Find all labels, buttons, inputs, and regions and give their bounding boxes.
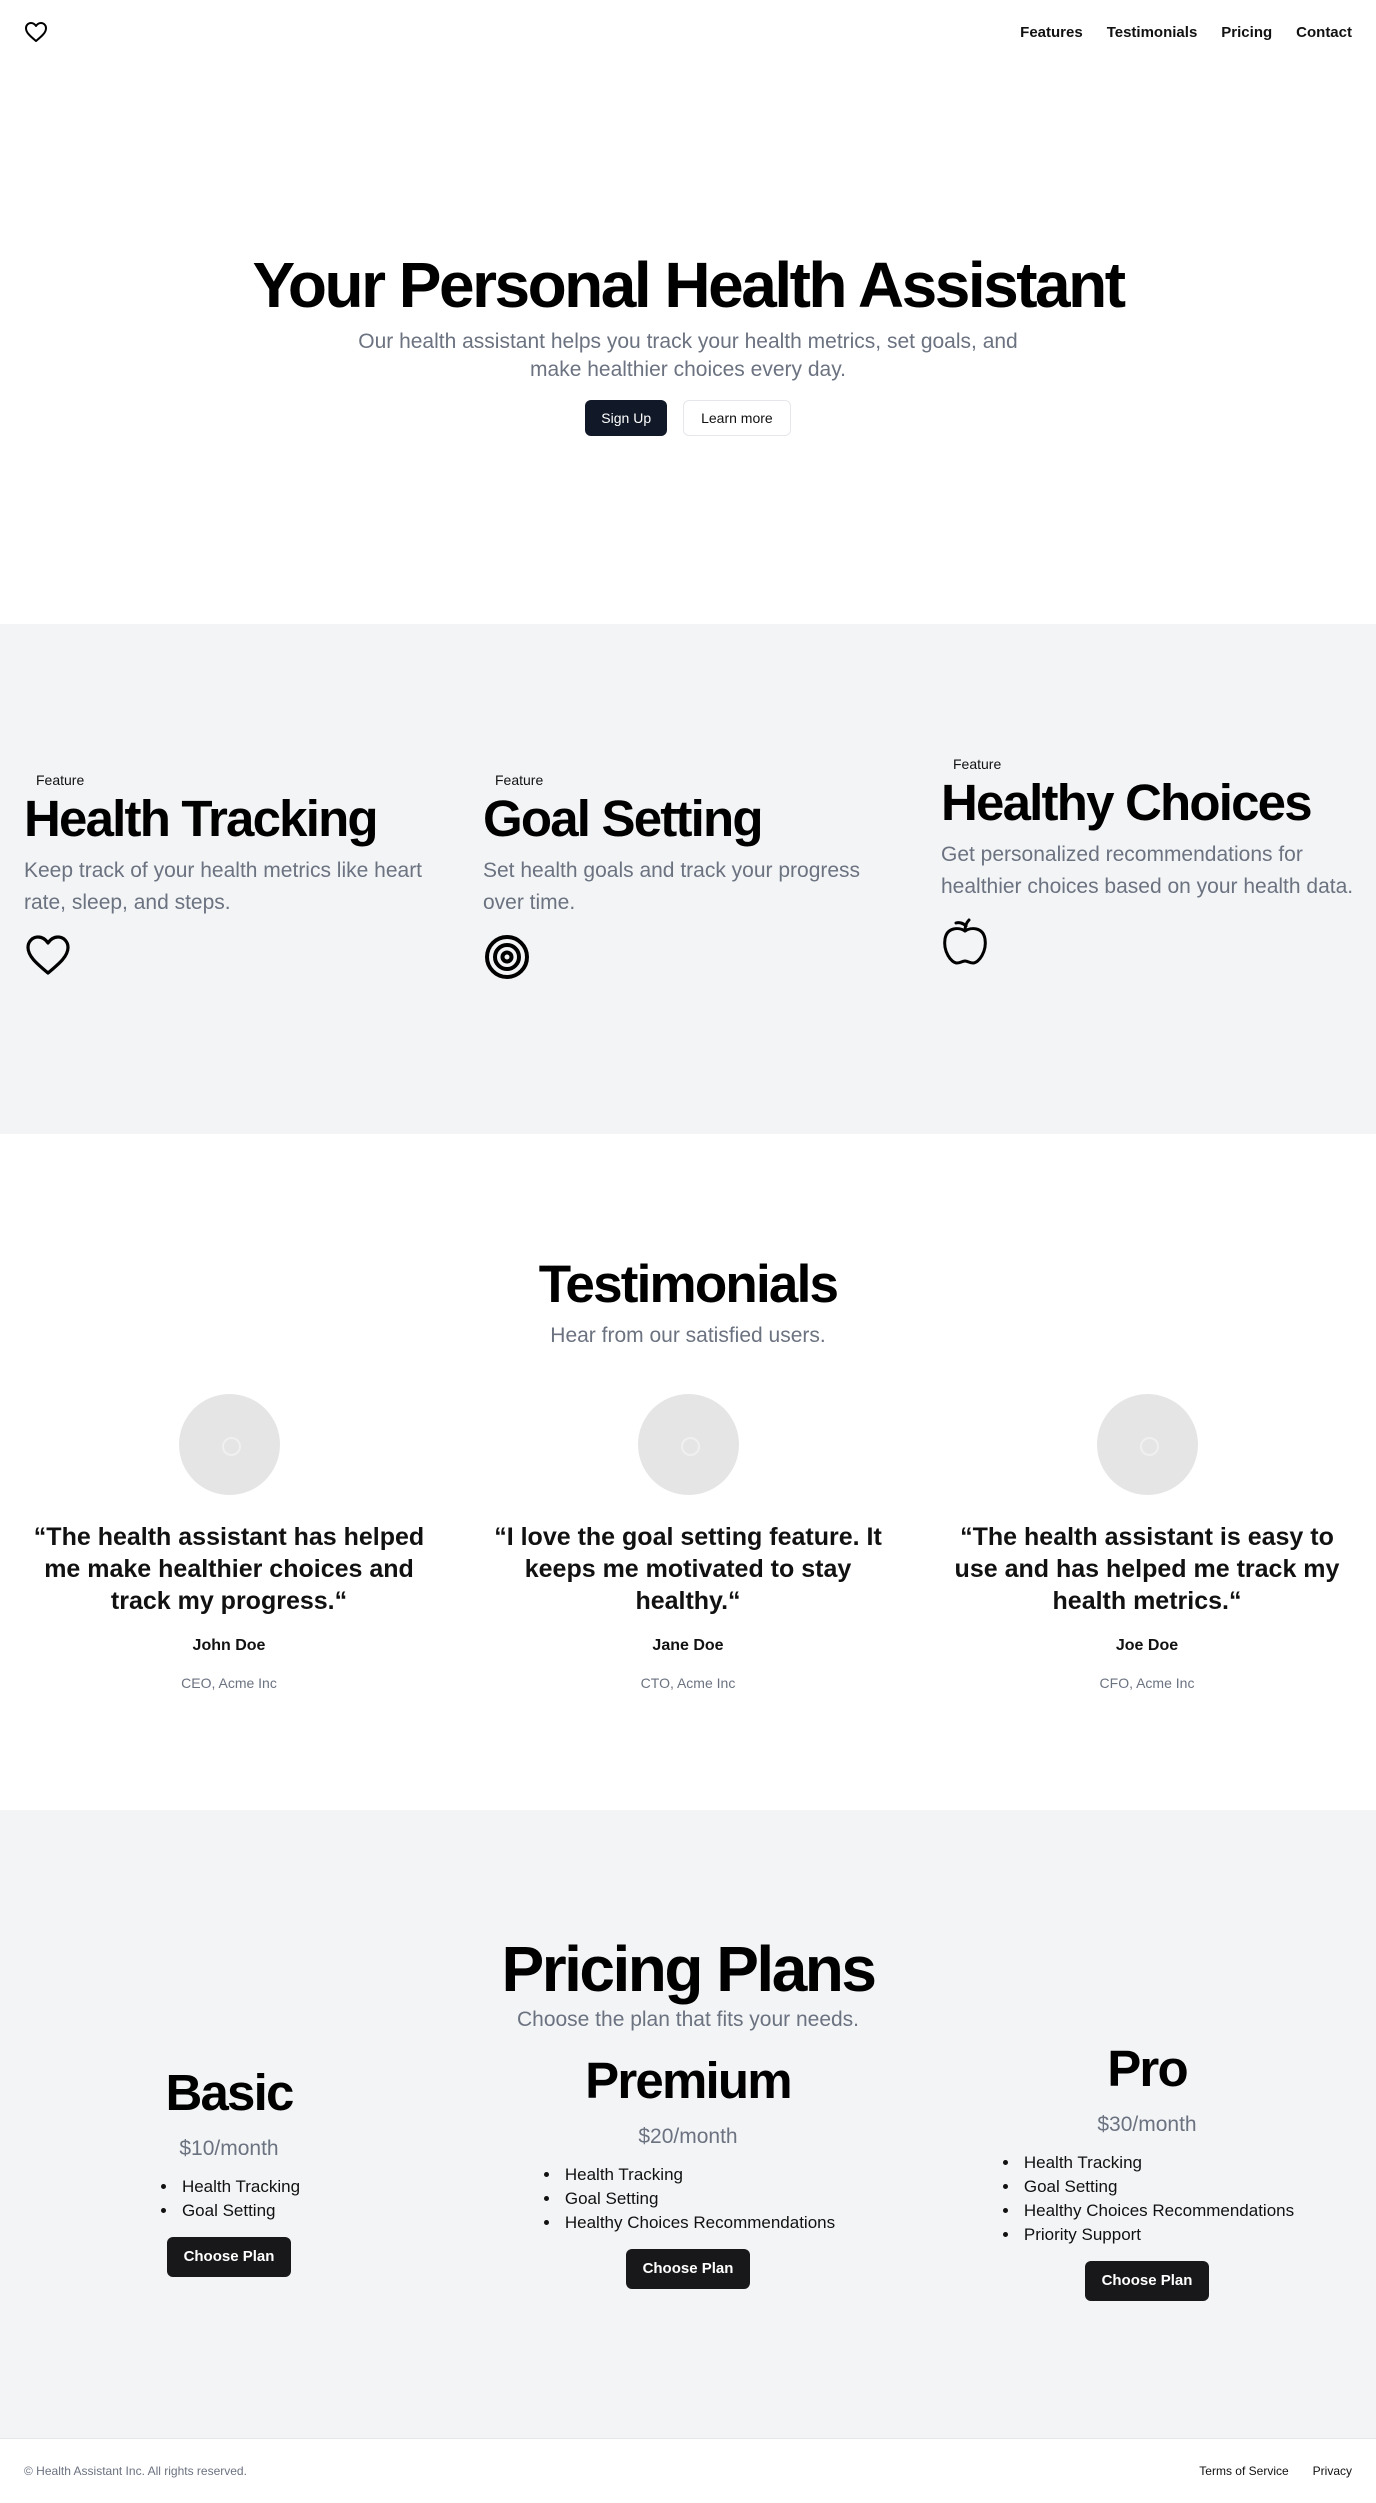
feature-title: Health Tracking [24,790,379,847]
plan-card-basic: Basic $10/month Health Tracking Goal Set… [19,2064,439,2277]
pricing-section: Pricing Plans Choose the plan that fits … [0,1810,1376,2438]
heart-icon[interactable] [24,19,50,45]
testimonial-role: CFO, Acme Inc [1099,1675,1195,1691]
nav-testimonials[interactable]: Testimonials [1107,24,1198,41]
plan-features: Health Tracking Goal Setting Healthy Cho… [1000,2151,1294,2247]
plan-feature: Healthy Choices Recommendations [561,2211,835,2235]
hero-subtitle: Our health assistant helps you track you… [358,329,1018,381]
plan-feature: Goal Setting [1020,2175,1294,2199]
features-section: Feature Health Tracking Keep track of yo… [0,624,1376,1134]
testimonials-subtitle: Hear from our satisfied users. [550,1324,826,1347]
feature-title: Healthy Choices [941,774,1313,831]
nav-features[interactable]: Features [1020,24,1083,41]
plan-card-premium: Premium $20/month Health Tracking Goal S… [478,2052,898,2289]
plan-feature: Goal Setting [178,2199,300,2223]
avatar [1096,1394,1198,1495]
plan-feature: Health Tracking [178,2175,300,2199]
feature-description: Keep track of your health metrics like h… [24,858,423,914]
feature-badge: Feature [36,772,85,788]
plan-name: Pro [1107,2040,1188,2097]
nav-pricing[interactable]: Pricing [1221,24,1272,41]
plan-price: $20/month [638,2124,738,2148]
heart-icon [24,933,72,981]
hero-section: Your Personal Health Assistant Our healt… [0,64,1376,624]
feature-description: Get personalized recommendations for hea… [941,842,1354,898]
testimonial-role: CTO, Acme Inc [640,1675,736,1691]
testimonial-name: Jane Doe [652,1637,724,1654]
testimonials-title: Testimonials [538,1255,839,1314]
testimonial-name: Joe Doe [1115,1637,1179,1654]
site-header: Features Testimonials Pricing Contact [0,0,1376,64]
feature-card: Feature Health Tracking Keep track of yo… [24,770,444,981]
nav-contact[interactable]: Contact [1296,24,1352,41]
plan-card-pro: Pro $30/month Health Tracking Goal Setti… [937,2040,1357,2301]
privacy-link[interactable]: Privacy [1313,2464,1352,2478]
footer-links: Terms of Service Privacy [1199,2464,1352,2478]
plan-feature: Healthy Choices Recommendations [1020,2199,1294,2223]
plan-feature: Goal Setting [561,2187,835,2211]
testimonial-quote: “I love the goal setting feature. It kee… [494,1523,882,1615]
avatar [637,1394,739,1495]
site-footer: © Health Assistant Inc. All rights reser… [0,2438,1376,2503]
learn-more-button[interactable]: Learn more [683,399,791,436]
copyright-text: © Health Assistant Inc. All rights reser… [24,2464,247,2478]
plan-feature: Health Tracking [1020,2151,1294,2175]
apple-icon [941,917,989,965]
testimonial-card: “I love the goal setting feature. It kee… [478,1394,898,1691]
plan-name: Basic [165,2064,294,2121]
hero-actions: Sign Up Learn more [585,399,791,436]
plan-price: $30/month [1097,2112,1197,2136]
hero-title: Your Personal Health Assistant [252,249,1126,322]
testimonial-name: John Doe [192,1637,266,1654]
pricing-title: Pricing Plans [501,1933,877,2005]
plan-name: Premium [585,2052,792,2109]
choose-plan-button[interactable]: Choose Plan [1084,2260,1210,2301]
feature-description: Set health goals and track your progress… [483,858,861,914]
plan-features: Health Tracking Goal Setting Healthy Cho… [541,2163,835,2235]
feature-card: Feature Goal Setting Set health goals an… [483,770,903,981]
testimonial-card: “The health assistant is easy to use and… [937,1394,1357,1691]
testimonial-role: CEO, Acme Inc [181,1675,277,1691]
testimonial-quote: “The health assistant has helped me make… [33,1523,425,1615]
feature-title: Goal Setting [483,790,764,847]
feature-badge: Feature [953,756,1002,772]
choose-plan-button[interactable]: Choose Plan [166,2236,292,2277]
feature-card: Feature Healthy Choices Get personalized… [941,754,1361,965]
testimonial-card: “The health assistant has helped me make… [19,1394,439,1691]
testimonials-section: Testimonials Hear from our satisfied use… [0,1134,1376,1810]
target-icon [483,933,531,981]
pricing-subtitle: Choose the plan that fits your needs. [516,2008,860,2031]
sign-up-button[interactable]: Sign Up [585,399,668,436]
plan-features: Health Tracking Goal Setting [158,2175,300,2223]
feature-badge: Feature [495,772,544,788]
testimonial-quote: “The health assistant is easy to use and… [954,1523,1340,1615]
plan-feature: Health Tracking [561,2163,835,2187]
terms-link[interactable]: Terms of Service [1199,2464,1288,2478]
plan-feature: Priority Support [1020,2223,1294,2247]
main-nav: Features Testimonials Pricing Contact [1020,24,1352,41]
avatar [178,1394,280,1495]
choose-plan-button[interactable]: Choose Plan [625,2248,751,2289]
plan-price: $10/month [179,2136,279,2160]
